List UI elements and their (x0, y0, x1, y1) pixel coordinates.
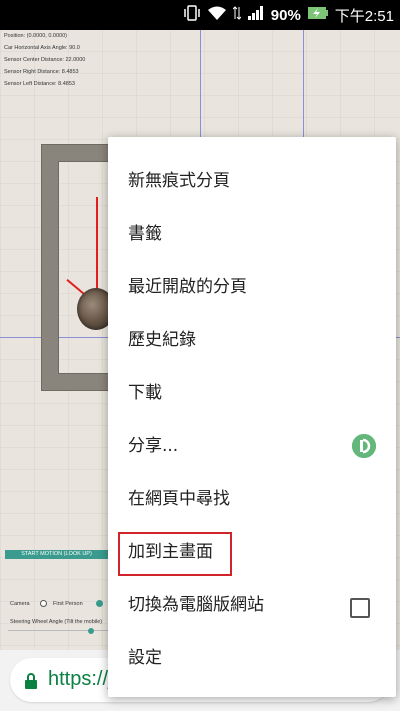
signal-icon (247, 5, 265, 25)
first-person-label: First Person (53, 601, 83, 607)
clock: 下午2:51 (334, 7, 394, 25)
axis-angle-text: Car Horizontal Axis Angle: 90.0 (4, 45, 80, 51)
menu-item-settings[interactable]: 設定 (108, 632, 396, 685)
menu-item-history[interactable]: 歷史紀錄 (108, 314, 396, 367)
wifi-icon (207, 5, 227, 25)
menu-item-label: 在網頁中尋找 (128, 489, 230, 509)
status-bar-right: 90% 下午2:51 (183, 0, 394, 30)
sensor-right-text: Sensor Right Distance: 8.4853 (4, 69, 79, 75)
menu-item-new-incognito-tab[interactable]: 新無痕式分頁 (108, 155, 396, 208)
position-text: Position: (0.0000, 0.0000) (4, 33, 67, 39)
sensor-left-text: Sensor Left Distance: 8.4853 (4, 81, 75, 87)
battery-percent: 90% (270, 6, 301, 24)
menu-item-label: 切換為電腦版網站 (128, 595, 264, 615)
menu-item-label: 新無痕式分頁 (128, 171, 230, 191)
share-app-icon[interactable] (352, 434, 376, 458)
menu-item-label: 分享... (128, 436, 179, 456)
menu-item-bookmarks[interactable]: 書籤 (108, 208, 396, 261)
lock-icon (24, 673, 38, 689)
battery-charging-icon (307, 5, 329, 25)
start-motion-button[interactable]: START MOTION (LOOK UP) (5, 550, 108, 559)
first-person-radio[interactable] (40, 600, 47, 607)
status-bar: 90% 下午2:51 (0, 0, 400, 30)
center-sensor-ray (96, 197, 98, 292)
steering-label: Steering Wheel Angle (Tilt the mobile) (10, 619, 103, 625)
menu-item-recent-tabs[interactable]: 最近開啟的分頁 (108, 261, 396, 314)
third-person-radio[interactable] (96, 600, 103, 607)
menu-item-label: 書籤 (128, 224, 162, 244)
highlight-annotation-box (118, 532, 232, 576)
vibrate-icon (183, 5, 201, 25)
camera-label: Camera (10, 601, 30, 607)
menu-item-label: 歷史紀錄 (128, 330, 196, 350)
url-text: https://j (48, 668, 113, 690)
menu-item-label: 設定 (128, 648, 162, 668)
sensor-center-text: Sensor Center Distance: 22.0000 (4, 57, 86, 63)
menu-item-downloads[interactable]: 下載 (108, 367, 396, 420)
menu-item-find-in-page[interactable]: 在網頁中尋找 (108, 473, 396, 526)
data-transfer-icon (232, 5, 242, 25)
menu-item-label: 最近開啟的分頁 (128, 277, 247, 297)
desktop-site-checkbox[interactable] (350, 598, 370, 618)
overflow-menu: 新無痕式分頁 書籤 最近開啟的分頁 歷史紀錄 下載 分享... 在網頁中尋找 加… (108, 137, 396, 697)
menu-item-label: 下載 (128, 383, 162, 403)
control-panel: START MOTION (LOOK UP) Camera First Pers… (0, 545, 110, 634)
steering-slider-thumb[interactable] (88, 628, 94, 634)
